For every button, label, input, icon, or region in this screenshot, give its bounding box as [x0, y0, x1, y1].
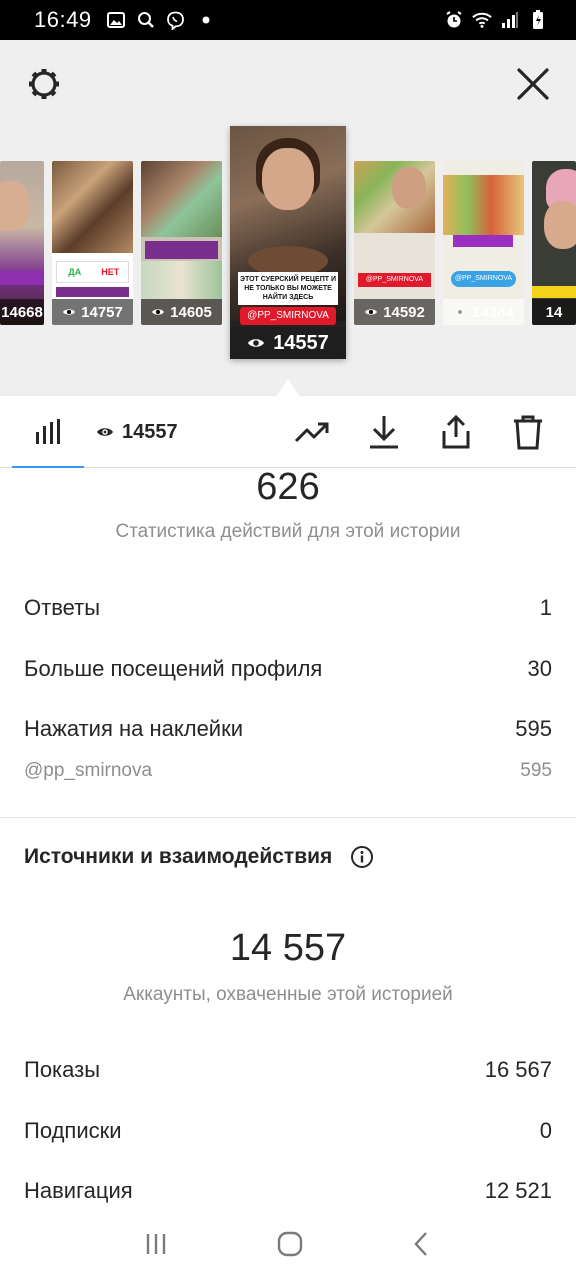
home-icon: [277, 1231, 303, 1257]
poll-yes-option: ДА: [68, 267, 82, 277]
close-icon: [517, 68, 549, 100]
reach-total: 14 557: [229, 927, 347, 969]
story-carousel: 14668 ДА НЕТ 14757 14605 ЭТОТ СУЕРСКИЙ Р…: [0, 40, 576, 396]
delete-button[interactable]: [508, 412, 548, 452]
eye-icon: [365, 309, 378, 315]
story-views-count: 14605: [170, 303, 212, 321]
story-views-count: 14557: [273, 331, 329, 354]
viber-icon: [166, 10, 186, 30]
eye-icon: [454, 309, 467, 315]
metric-value: 0: [539, 1118, 552, 1143]
signal-icon: [500, 10, 520, 30]
system-nav-bar: [0, 1208, 576, 1280]
metric-value: 16 567: [484, 1057, 552, 1082]
interactions-caption: Статистика действий для этой истории: [115, 521, 461, 542]
story-thumbnail[interactable]: 14668: [0, 161, 44, 325]
back-button[interactable]: [411, 1230, 433, 1258]
metric-value: 595: [515, 716, 552, 741]
eye-icon: [152, 309, 165, 315]
mention-sticker: @PP_SMIRNOVA: [451, 271, 516, 287]
metric-label: Подписки: [24, 1118, 122, 1143]
wifi-icon: [472, 10, 492, 30]
status-time: 16:49: [34, 7, 92, 32]
metric-label: Показы: [24, 1057, 101, 1082]
info-icon: [351, 846, 374, 868]
download-button[interactable]: [364, 412, 404, 452]
metric-value: 1: [539, 595, 552, 620]
metric-row-navigation: Навигация 12 521: [24, 1178, 552, 1204]
metric-row-sticker-mention: @pp_smirnova 595: [24, 760, 552, 782]
metric-row-follows: Подписки 0: [24, 1118, 552, 1144]
story-views-count: 14668: [1, 303, 43, 321]
alarm-icon: [444, 10, 464, 30]
section-heading: Источники и взаимодействия: [24, 845, 333, 868]
metric-value: 12 521: [484, 1178, 552, 1203]
poll-no-option: НЕТ: [101, 267, 120, 277]
tab-viewers[interactable]: 14557: [96, 396, 178, 468]
story-views-count: 14757: [81, 303, 123, 321]
trash-icon: [514, 415, 542, 450]
share-button[interactable]: [436, 412, 476, 452]
home-button[interactable]: [276, 1230, 304, 1258]
metric-label: Нажатия на наклейки: [24, 716, 244, 741]
recent-apps-button[interactable]: [143, 1231, 169, 1257]
back-icon: [414, 1232, 427, 1256]
notification-dot-icon: [196, 10, 216, 30]
gear-icon: [29, 69, 59, 99]
story-thumbnail[interactable]: 14: [532, 161, 576, 325]
search-status-icon: [136, 10, 156, 30]
story-views-count: 14384: [472, 303, 514, 321]
mention-sticker: @PP_SMIRNOVA: [358, 273, 431, 287]
eye-icon: [248, 339, 265, 347]
metric-label: Больше посещений профиля: [24, 656, 323, 681]
metric-label: @pp_smirnova: [24, 760, 153, 781]
info-button[interactable]: [350, 845, 374, 869]
story-thumbnail[interactable]: 14605: [141, 161, 222, 325]
metric-row-replies: Ответы 1: [24, 595, 552, 621]
selected-story-thumbnail[interactable]: ЭТОТ СУЕРСКИЙ РЕЦЕПТ И НЕ ТОЛЬКО ВЫ МОЖЕ…: [230, 126, 346, 359]
metric-label: Ответы: [24, 595, 101, 620]
story-thumbnail[interactable]: @PP_SMIRNOVA 14592: [354, 161, 435, 325]
eye-icon: [63, 309, 76, 315]
download-icon: [370, 416, 398, 449]
metric-row-profile-visits: Больше посещений профиля 30: [24, 656, 552, 682]
interactions-total: 626: [256, 466, 320, 508]
close-button[interactable]: [513, 64, 553, 104]
reach-caption: Аккаунты, охваченные этой историей: [123, 984, 453, 1005]
settings-button[interactable]: [24, 64, 64, 104]
metric-row-sticker-taps: Нажатия на наклейки 595: [24, 716, 552, 742]
battery-icon: [528, 10, 548, 30]
section-divider: [0, 817, 576, 818]
metric-value: 30: [527, 656, 552, 681]
status-bar: 16:49: [0, 0, 576, 40]
eye-icon: [97, 428, 113, 436]
viewers-count: 14557: [122, 420, 178, 443]
story-views-count: 14: [545, 303, 563, 321]
trending-up-icon: [294, 422, 329, 443]
bar-chart-icon: [36, 419, 60, 444]
story-views-count: 14592: [383, 303, 425, 321]
story-thumbnail[interactable]: ДА НЕТ 14757: [52, 161, 133, 325]
metric-value: 595: [520, 760, 552, 781]
share-icon: [442, 414, 470, 449]
story-thumbnail[interactable]: @PP_SMIRNOVA 14384: [443, 161, 524, 325]
gallery-icon: [106, 10, 126, 30]
metric-label: Навигация: [24, 1178, 133, 1203]
insights-toolbar: 14557: [0, 396, 576, 468]
metric-row-impressions: Показы 16 567: [24, 1057, 552, 1083]
recent-apps-icon: [147, 1234, 166, 1254]
story-face: [262, 148, 314, 210]
mention-sticker: @PP_SMIRNOVA: [240, 307, 336, 325]
promote-button[interactable]: [292, 412, 332, 452]
tab-insights[interactable]: [12, 396, 84, 468]
selected-pointer: [276, 379, 300, 396]
discovery-title: Источники и взаимодействия: [24, 845, 374, 869]
story-caption: ЭТОТ СУЕРСКИЙ РЕЦЕПТ И НЕ ТОЛЬКО ВЫ МОЖЕ…: [238, 272, 338, 305]
